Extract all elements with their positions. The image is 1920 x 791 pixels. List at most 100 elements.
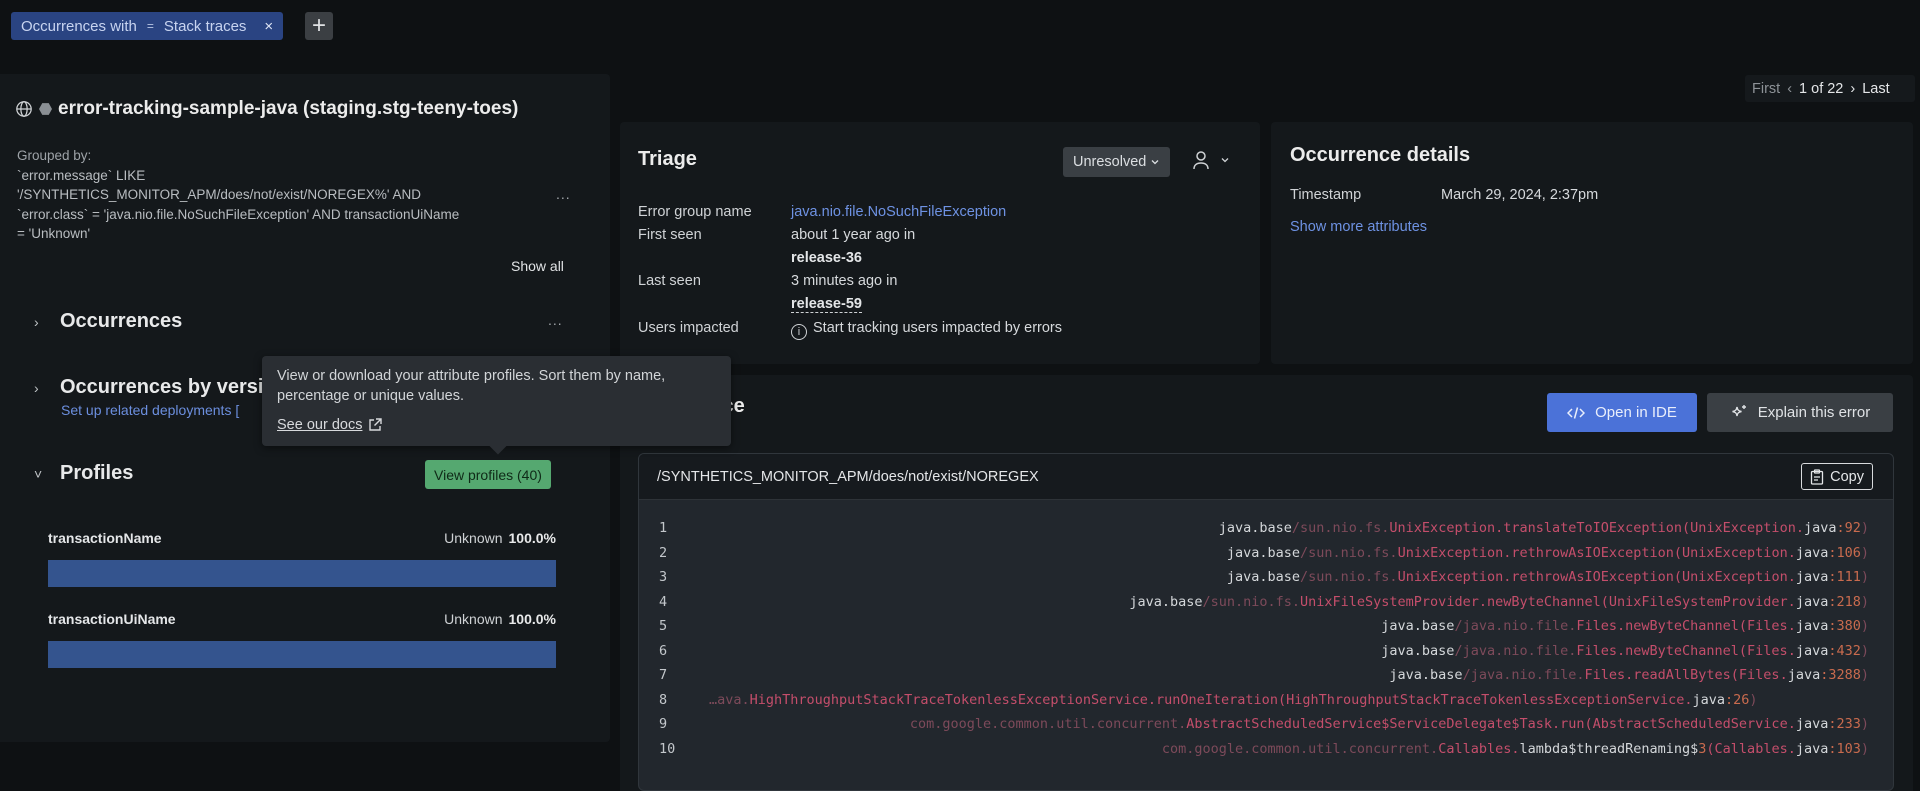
stack-frames: 1 java.base/sun.nio.fs.UnixException.tran… [639,520,1893,765]
stack-frame: 6 java.base/java.nio.file.Files.newByteCh… [639,643,1893,668]
profile-bar-fill [48,641,556,668]
profile-bar[interactable] [48,560,556,587]
grouped-by-line: `error.class` = 'java.nio.file.NoSuchFil… [17,206,460,222]
line-number: 2 [659,544,668,561]
docs-link-label[interactable]: See our docs [277,415,362,435]
grouped-by-more-button[interactable]: ... [556,186,571,202]
entity-title[interactable]: error-tracking-sample-java (staging.stg-… [58,98,518,120]
timestamp-label: Timestamp [1290,187,1362,203]
explain-error-button[interactable]: Explain this error [1707,393,1893,432]
view-profiles-button[interactable]: View profiles (40) [425,460,551,489]
open-in-ide-label: Open in IDE [1595,404,1677,421]
user-icon [1193,151,1209,170]
section-occurrences[interactable]: › Occurrences [34,310,182,333]
chevron-right-icon: › [34,313,39,330]
show-more-attributes-link[interactable]: Show more attributes [1290,219,1427,235]
frame-text: java.base/sun.nio.fs.UnixException.rethr… [1226,544,1869,561]
stack-frame: 5 java.base/java.nio.file.Files.newByteCh… [639,618,1893,643]
code-header: /SYNTHETICS_MONITOR_APM/does/not/exist/N… [639,454,1893,500]
remove-filter-icon[interactable]: × [264,18,273,35]
stack-frame: 8 …ava.HighThroughputStackTraceTokenlessE… [639,692,1893,717]
first-seen-release: release-36 [791,250,862,266]
stack-frame: 10 com.google.common.util.concurrent.Call… [639,741,1893,766]
stack-frame: 2 java.base/sun.nio.fs.UnixException.reth… [639,545,1893,570]
status-value: Unresolved [1073,154,1147,170]
frame-text: …ava.HighThroughputStackTraceTokenlessEx… [709,691,1758,708]
stack-trace-code: /SYNTHETICS_MONITOR_APM/does/not/exist/N… [638,453,1894,791]
chevron-right-icon[interactable]: › [1850,81,1855,97]
profile-bar[interactable] [48,641,556,668]
assignee-dropdown[interactable] [1192,150,1230,170]
field-label: First seen [638,227,702,243]
external-link-icon [369,418,383,431]
profile-top-value: Unknown 100.0% [444,530,556,546]
stack-frame: 1 java.base/sun.nio.fs.UnixException.tran… [639,520,1893,545]
chevron-down-icon: ˅ [34,465,43,482]
grouped-by-line: '/SYNTHETICS_MONITOR_APM/does/not/exist/… [17,187,422,202]
filter-value: Stack traces [163,17,247,35]
frame-text: com.google.common.util.concurrent.Abstra… [909,716,1869,732]
copy-button[interactable]: Copy [1801,463,1873,490]
code-icon [1567,406,1586,419]
clipboard-icon [1810,468,1824,485]
stack-frame: 9 com.google.common.util.concurrent.Abstr… [639,716,1893,741]
line-number: 3 [659,569,668,585]
line-number: 7 [659,667,668,683]
grouped-by-line: = 'Unknown' [17,226,91,241]
add-filter-button[interactable]: + [305,12,333,40]
pager-first-button[interactable]: First [1752,81,1780,97]
grouped-by-line: `error.message` LIKE [17,167,146,183]
tooltip-text: View or download your attribute profiles… [277,368,666,404]
first-seen-value: about 1 year ago in [791,227,916,243]
stack-frame: 7 java.base/java.nio.file.Files.readAllBy… [639,667,1893,692]
copy-label: Copy [1830,468,1864,485]
profile-value: Unknown [444,611,503,627]
docs-link[interactable]: See our docs [277,415,716,435]
section-title: Occurrences [60,310,183,332]
filter-bar: Occurrences with = Stack traces × + [0,0,1920,52]
status-dropdown[interactable]: Unresolved [1063,147,1171,177]
info-icon: i [791,324,807,340]
section-profiles[interactable]: ˅ Profiles [34,462,133,485]
profiles-tooltip: View or download your attribute profiles… [262,356,731,446]
sparkle-icon [1732,404,1746,416]
frame-text: java.base/java.nio.file.Files.newByteCha… [1381,642,1869,659]
error-group-link[interactable]: java.nio.file.NoSuchFileException [791,204,1006,220]
section-title: Profiles [60,462,134,484]
filter-field: Occurrences with [21,17,137,35]
chevron-right-icon: › [34,379,39,396]
last-seen-value: 3 minutes ago in [791,273,898,289]
field-label: Error group name [638,204,752,220]
stack-frame: 4 java.base/sun.nio.fs.UnixFileSystemProv… [639,594,1893,619]
profile-attribute-name: transactionName [48,530,162,546]
triage-card: Triage Unresolved Error group name java.… [620,122,1260,364]
stack-trace-card: Stack trace Open in IDE Explain this err… [620,375,1913,791]
occurrences-more-button[interactable]: ... [548,312,563,328]
profile-percent: 100.0% [508,530,556,546]
line-number: 8 [659,691,668,708]
show-all-button[interactable]: Show all [511,258,564,274]
profile-top-value: Unknown 100.0% [444,611,556,627]
open-in-ide-button[interactable]: Open in IDE [1547,393,1697,432]
frame-text: java.base/java.nio.file.Files.readAllByt… [1389,667,1869,683]
profile-value: Unknown [444,530,503,546]
occurrence-details-title: Occurrence details [1290,144,1471,166]
line-number: 6 [659,642,668,659]
occurrence-details-card: Occurrence details Timestamp March 29, 2… [1271,122,1913,364]
profile-attribute-name: transactionUiName [48,611,176,627]
line-number: 1 [659,520,668,536]
field-label: Users impacted [638,320,739,336]
pager-last-button[interactable]: Last [1862,81,1889,97]
filter-chip[interactable]: Occurrences with = Stack traces × [11,12,284,40]
setup-deployments-link[interactable]: Set up related deployments [ [61,402,239,418]
section-title: Occurrences by versi [60,376,264,398]
grouped-by-label: Grouped by: [17,148,92,163]
section-occurrences-by-version[interactable]: › Occurrences by versi [34,376,263,399]
chevron-left-icon[interactable]: ‹ [1787,81,1792,97]
last-seen-release[interactable]: release-59 [791,296,862,313]
line-number: 4 [659,593,668,610]
entity-header: error-tracking-sample-java (staging.stg-… [15,98,518,120]
frame-text: java.base/sun.nio.fs.UnixFileSystemProvi… [1129,593,1869,610]
frame-text: com.google.common.util.concurrent.Callab… [1161,740,1869,757]
line-number: 5 [659,618,668,634]
